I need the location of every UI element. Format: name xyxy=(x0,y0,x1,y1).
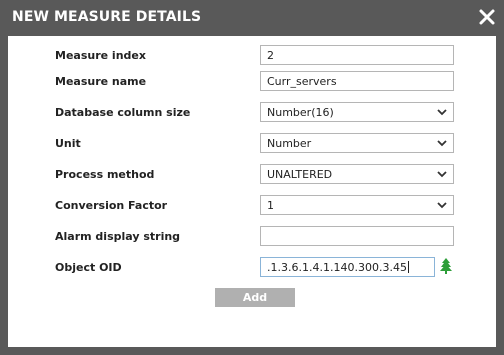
unit-value: Number xyxy=(267,137,312,150)
chevron-down-icon xyxy=(437,202,447,209)
object-oid-value: .1.3.6.1.4.1.140.300.3.45 xyxy=(267,261,407,274)
chevron-down-icon xyxy=(437,140,447,147)
close-icon[interactable] xyxy=(478,8,496,26)
database-column-size-row: Database column size Number(16) xyxy=(8,102,496,124)
conversion-factor-label: Conversion Factor xyxy=(55,199,168,212)
measure-index-label: Measure index xyxy=(55,49,146,62)
dialog-title: NEW MEASURE DETAILS xyxy=(12,9,202,25)
conversion-factor-row: Conversion Factor 1 xyxy=(8,195,496,217)
measure-index-input[interactable]: 2 xyxy=(260,45,454,65)
alarm-display-string-input[interactable] xyxy=(260,226,454,246)
measure-name-row: Measure name Curr_servers xyxy=(8,71,496,93)
process-method-select[interactable]: UNALTERED xyxy=(260,164,454,184)
tree-icon[interactable] xyxy=(440,258,452,274)
object-oid-row: Object OID .1.3.6.1.4.1.140.300.3.45 xyxy=(8,257,496,279)
dialog-content: Measure index 2 Measure name Curr_server… xyxy=(8,36,496,347)
dialog-title-bar: NEW MEASURE DETAILS xyxy=(0,0,504,36)
process-method-row: Process method UNALTERED xyxy=(8,164,496,186)
object-oid-label: Object OID xyxy=(55,261,122,274)
unit-label: Unit xyxy=(55,137,81,150)
alarm-display-string-row: Alarm display string xyxy=(8,226,496,248)
process-method-value: UNALTERED xyxy=(267,168,333,181)
conversion-factor-select[interactable]: 1 xyxy=(260,195,454,215)
alarm-display-string-label: Alarm display string xyxy=(55,230,181,243)
measure-name-input[interactable]: Curr_servers xyxy=(260,71,454,91)
database-column-size-select[interactable]: Number(16) xyxy=(260,102,454,122)
database-column-size-value: Number(16) xyxy=(267,106,334,119)
database-column-size-label: Database column size xyxy=(55,106,191,119)
chevron-down-icon xyxy=(437,109,447,116)
object-oid-input[interactable]: .1.3.6.1.4.1.140.300.3.45 xyxy=(260,257,435,277)
unit-select[interactable]: Number xyxy=(260,133,454,153)
unit-row: Unit Number xyxy=(8,133,496,155)
process-method-label: Process method xyxy=(55,168,155,181)
chevron-down-icon xyxy=(437,171,447,178)
new-measure-dialog: NEW MEASURE DETAILS Measure index 2 Meas… xyxy=(0,0,504,355)
measure-index-row: Measure index 2 xyxy=(8,45,496,67)
text-cursor xyxy=(407,261,409,273)
conversion-factor-value: 1 xyxy=(267,199,274,212)
measure-name-label: Measure name xyxy=(55,75,147,88)
add-button[interactable]: Add xyxy=(215,288,295,307)
